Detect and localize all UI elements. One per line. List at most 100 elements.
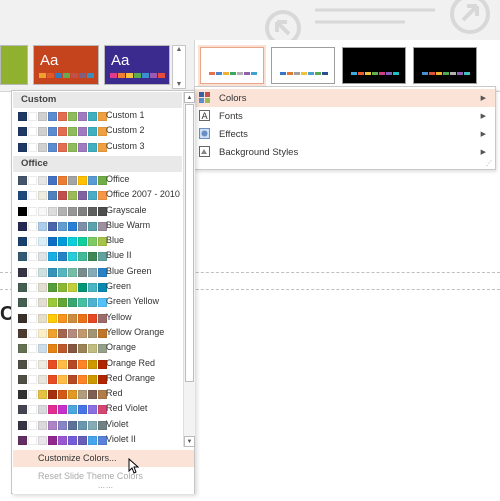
variant-thumbnail-3[interactable] (342, 47, 406, 84)
color-scheme-item[interactable]: Custom 1 (16, 109, 181, 124)
theme-thumbnail-1[interactable] (0, 45, 28, 85)
color-swatch (78, 313, 87, 323)
resize-grip-icon[interactable]: ⋯⋯ (98, 484, 114, 492)
color-swatch (78, 283, 87, 292)
color-scheme-swatches (18, 283, 107, 292)
color-swatch (68, 112, 77, 121)
color-swatch (39, 73, 46, 78)
scroll-up-icon[interactable]: ▲ (184, 92, 195, 103)
color-swatch (38, 328, 47, 338)
color-scheme-item[interactable]: Violet (16, 418, 181, 433)
customize-colors-button[interactable]: Customize Colors... (13, 450, 194, 467)
color-scheme-item[interactable]: Blue II (16, 249, 181, 264)
color-swatch (322, 72, 328, 75)
color-swatch (55, 73, 62, 78)
menu-item-fonts[interactable]: A Fonts ▶ (195, 107, 495, 125)
color-scheme-name: Green (106, 281, 132, 291)
color-swatch (88, 298, 97, 308)
color-scheme-item[interactable]: Green Yellow (16, 295, 181, 310)
color-scheme-name: Blue Green (106, 265, 152, 276)
variant-color-bar (209, 72, 257, 75)
color-swatch (38, 420, 47, 430)
theme-thumbnail-2[interactable]: Aa (33, 45, 99, 85)
color-swatch (18, 344, 27, 354)
color-scheme-item[interactable]: Custom 2 (16, 124, 181, 139)
color-swatch (150, 73, 157, 78)
color-swatch (78, 221, 87, 231)
color-scheme-name: Grayscale (106, 204, 147, 215)
color-swatch (68, 359, 77, 369)
variant-thumbnail-4[interactable] (413, 47, 477, 84)
color-scheme-item[interactable]: Green (16, 280, 181, 295)
color-swatch (38, 390, 47, 400)
variant-thumbnail-2[interactable] (271, 47, 335, 84)
color-swatch (28, 283, 37, 292)
color-swatch (48, 175, 57, 185)
design-ribbon: Aa Aa ▲ ▼ (0, 0, 500, 92)
color-swatch (58, 374, 67, 384)
color-swatch (38, 344, 47, 354)
color-scheme-item[interactable]: Office 2007 - 2010 (16, 188, 181, 203)
svg-text:A: A (202, 112, 209, 121)
color-scheme-item[interactable]: Grayscale (16, 204, 181, 219)
color-swatch (48, 191, 57, 201)
color-scheme-item[interactable]: Blue Green (16, 265, 181, 280)
color-swatch (110, 73, 117, 78)
reset-slide-theme-colors-button[interactable]: Reset Slide Theme Colors (13, 468, 194, 485)
color-scheme-name: Orange (106, 342, 137, 353)
color-swatch (48, 436, 57, 445)
color-scheme-item[interactable]: Red Orange (16, 372, 181, 387)
color-scheme-item[interactable]: Yellow Orange (16, 326, 181, 341)
color-scheme-item[interactable]: Office (16, 173, 181, 188)
menu-item-background-styles[interactable]: Background Styles ▶ (195, 143, 495, 161)
color-swatch (38, 237, 47, 247)
color-scheme-swatches (18, 313, 107, 323)
resize-grip-icon[interactable]: ⋰ (486, 160, 492, 167)
variants-gallery (194, 40, 500, 90)
color-swatch (78, 267, 87, 277)
color-swatch (18, 142, 27, 152)
theme-thumbnail-3[interactable]: Aa (104, 45, 170, 85)
variant-thumbnail-1[interactable] (200, 47, 264, 84)
color-swatch (237, 72, 243, 75)
color-scheme-name: Red Violet (106, 403, 148, 414)
color-swatch (58, 359, 67, 369)
color-swatch (457, 72, 463, 75)
color-scheme-name: Blue Warm (106, 219, 151, 230)
menu-item-effects[interactable]: Effects ▶ (195, 125, 495, 143)
color-scheme-item[interactable]: Yellow (16, 311, 181, 326)
color-scheme-item[interactable]: Orange Red (16, 357, 181, 372)
color-swatch (68, 191, 77, 201)
color-swatch (88, 252, 97, 262)
color-swatch (38, 206, 47, 216)
color-scheme-item[interactable]: Violet II (16, 433, 181, 448)
color-swatch (47, 73, 54, 78)
color-swatch (28, 359, 37, 369)
color-scheme-name: Red (106, 388, 123, 399)
colors-list-scrollbar[interactable]: ▲ ▼ (183, 92, 195, 447)
color-swatch (134, 73, 141, 78)
color-scheme-swatches (18, 390, 107, 400)
scroll-down-icon[interactable]: ▼ (184, 436, 195, 447)
color-swatch (88, 405, 97, 415)
color-scheme-item[interactable]: Blue Warm (16, 219, 181, 234)
scrollbar-thumb[interactable] (185, 104, 194, 382)
color-swatch (28, 374, 37, 384)
color-swatch (48, 283, 57, 292)
menu-item-colors[interactable]: Colors ▶ (195, 89, 495, 107)
gallery-scroll-down-icon[interactable]: ▼ (176, 81, 183, 88)
color-swatch (88, 142, 97, 152)
color-scheme-item[interactable]: Orange (16, 341, 181, 356)
color-scheme-item[interactable]: Blue (16, 234, 181, 249)
color-swatch (443, 72, 449, 75)
color-scheme-item[interactable]: Red (16, 387, 181, 402)
theme-thumbnail-swatches (110, 73, 165, 78)
effects-icon (199, 128, 210, 139)
gallery-scroll-up-icon[interactable]: ▲ (176, 46, 183, 53)
color-scheme-item[interactable]: Red Violet (16, 402, 181, 417)
color-swatch (28, 328, 37, 338)
color-scheme-item[interactable]: Custom 3 (16, 140, 181, 155)
color-swatch (48, 127, 57, 137)
color-swatch (88, 436, 97, 445)
themes-gallery-scrollbar[interactable]: ▲ ▼ (172, 45, 186, 89)
